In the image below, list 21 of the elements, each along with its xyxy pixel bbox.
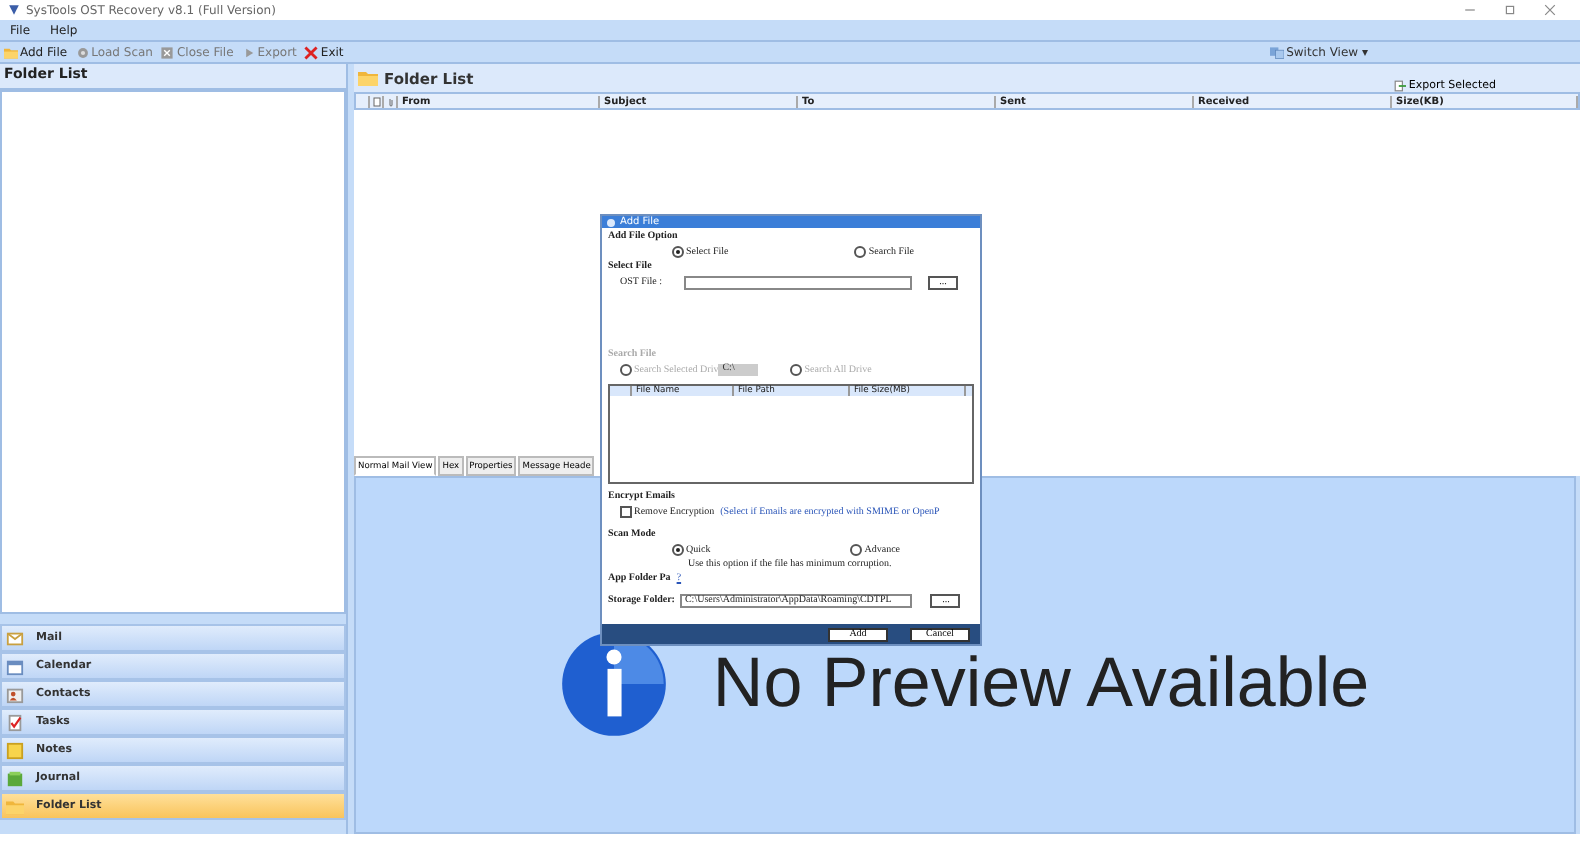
paperclip-icon — [385, 95, 395, 107]
ost-file-field[interactable] — [684, 276, 913, 290]
close-icon — [160, 45, 175, 59]
no-preview-text: No Preview Available — [712, 648, 1370, 718]
minimize-icon — [1464, 4, 1476, 16]
envelope-icon — [6, 629, 24, 647]
folder-icon — [4, 45, 18, 59]
calendar-icon — [6, 657, 24, 675]
note-icon — [6, 741, 24, 759]
gear-icon — [75, 45, 90, 59]
clipboard-check-icon — [6, 713, 24, 731]
folder-icon — [6, 797, 24, 815]
folder-icon — [358, 68, 378, 88]
export-icon — [1394, 80, 1407, 92]
close-icon — [1544, 4, 1556, 16]
app-logo-icon — [8, 4, 20, 16]
book-icon — [6, 769, 24, 787]
restore-icon — [1504, 4, 1516, 16]
exit-icon — [304, 45, 319, 59]
contact-card-icon — [6, 685, 24, 703]
dialog-icon — [606, 217, 616, 227]
